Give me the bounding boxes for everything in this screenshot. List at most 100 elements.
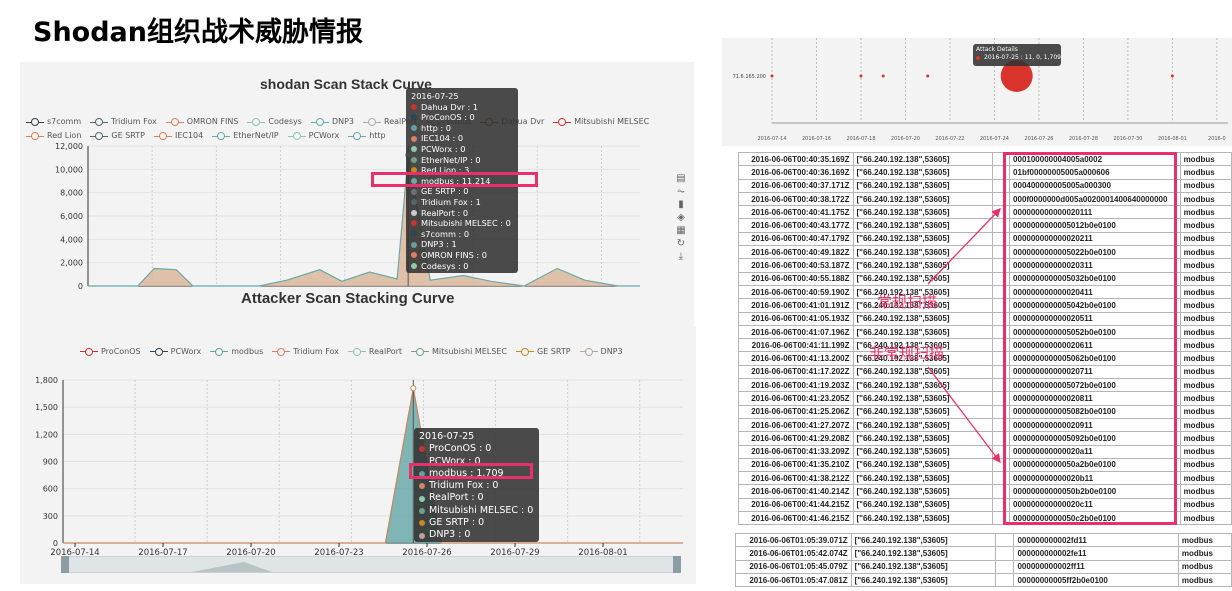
legend-swatch-icon xyxy=(272,347,291,356)
legend-item[interactable]: s7comm xyxy=(26,116,81,128)
tooltip-row: OMRON FINS : 0 xyxy=(411,250,513,261)
table-cell: 2016-06-06T00:41:27.207Z xyxy=(738,417,854,433)
table-cell: ["66.240.192.138",53605] xyxy=(852,271,993,286)
tooltip-row: RealPort : 0 xyxy=(419,492,534,504)
legend-label: Mitsubishi MELSEC xyxy=(432,347,507,356)
table-cell: ["66.240.192.138",53605] xyxy=(852,178,993,193)
y-tick-label: 900 xyxy=(43,458,58,467)
x-tick-label: 2016-08-01 xyxy=(1158,136,1187,142)
series-line-modbus xyxy=(63,388,683,544)
x-tick-label: 2016-0 xyxy=(1208,136,1226,142)
x-tick-label: 2016-07-26 xyxy=(1024,136,1053,142)
legend-swatch-icon xyxy=(90,118,109,126)
table-cell: modbus xyxy=(1179,205,1232,220)
table-cell: ["66.240.192.138",53605] xyxy=(852,165,993,180)
y-tick-label: 0 xyxy=(78,282,83,291)
tooltip-row: Dahua Dvr : 1 xyxy=(411,102,513,113)
scatter-point[interactable] xyxy=(1170,74,1174,78)
table-cell: 2016-06-06T00:40:49.182Z xyxy=(738,245,854,260)
table-cell: 2016-06-06T00:41:23.205Z xyxy=(738,391,854,406)
legend-swatch-icon xyxy=(579,347,598,356)
peak-point[interactable] xyxy=(410,385,417,392)
stack-icon[interactable]: ◈ xyxy=(674,211,688,224)
table-cell: modbus xyxy=(1179,284,1232,300)
tooltip-dot-icon xyxy=(419,520,425,527)
legend-item[interactable]: Tridium Fox xyxy=(272,347,339,356)
tooltip-row: ProConOS : 0 xyxy=(419,443,534,455)
restore-icon[interactable]: ↻ xyxy=(674,237,688,250)
legend-item[interactable]: Tridium Fox xyxy=(90,116,157,128)
legend-swatch-icon xyxy=(515,347,534,356)
legend-label: modbus xyxy=(231,347,264,356)
tooltip-label: ProConOS : 0 xyxy=(421,112,475,123)
data-zoom-left-handle[interactable] xyxy=(61,556,69,573)
tooltip-dot-icon xyxy=(411,262,417,269)
tooltip-row: Mitsubishi MELSEC : 0 xyxy=(419,505,534,517)
legend-swatch-icon xyxy=(153,132,172,140)
bar-chart-icon[interactable]: ▮ xyxy=(674,198,688,211)
legend-item[interactable]: OMRON FINS xyxy=(165,116,239,128)
series-area-modbus xyxy=(88,155,640,286)
data-zoom-right-handle[interactable] xyxy=(673,556,681,573)
scatter-point[interactable] xyxy=(859,74,863,78)
legend-label: Tridium Fox xyxy=(111,117,157,126)
table-cell: 000000000002ff11 xyxy=(1013,559,1179,574)
table-cell: 2016-06-06T00:41:07.196Z xyxy=(738,324,854,340)
tooltip-dot-icon xyxy=(411,188,417,195)
tooltip-row: Mitsubishi MELSEC : 0 xyxy=(411,218,513,229)
legend-item[interactable]: Codesys xyxy=(247,116,302,128)
data-zoom-slider[interactable] xyxy=(61,556,681,573)
tooltip-label: Tridium Fox : 1 xyxy=(421,196,481,207)
attack-details-tooltip-item: 2016-07-25 : 11, 0, 1,709 xyxy=(984,54,1061,61)
download-icon[interactable]: ⤓ xyxy=(674,250,688,263)
table-cell: ["66.240.192.138",53605] xyxy=(852,205,993,220)
table-cell: 00000000005ff2b0e0100 xyxy=(1013,572,1179,588)
tiled-icon[interactable]: ▦ xyxy=(674,224,688,237)
table-cell: ["66.240.192.138",53605] xyxy=(850,532,996,548)
table-cell: 2016-06-06T01:05:42.074Z xyxy=(735,546,852,561)
table-cell: ["66.240.192.138",53605] xyxy=(852,444,993,459)
table-cell: 2016-06-06T00:40:35.169Z xyxy=(738,151,854,167)
legend-item[interactable]: GE SRTP xyxy=(515,347,571,356)
table-cell: modbus xyxy=(1179,431,1232,446)
legend-label: OMRON FINS xyxy=(186,117,239,126)
line-chart-icon[interactable]: ⏦ xyxy=(674,185,688,198)
scatter-point[interactable] xyxy=(770,74,774,78)
legend-item[interactable]: DNP3 xyxy=(579,347,623,356)
table-cell: 2016-06-06T00:41:25.206Z xyxy=(738,404,854,419)
tooltip-row: GE SRTP : 0 xyxy=(419,517,534,529)
legend-item[interactable]: PCWorx xyxy=(149,347,201,356)
table-cell: ["66.240.192.138",53605] xyxy=(852,431,993,446)
table-cell: 2016-06-06T00:41:44.215Z xyxy=(738,497,854,513)
tooltip-row: ProConOS : 0 xyxy=(411,112,513,123)
tooltip-dot-icon xyxy=(419,532,425,539)
tooltip-label: s7comm : 0 xyxy=(421,228,470,239)
table-cell: 2016-06-06T00:41:46.215Z xyxy=(738,511,854,526)
legend-item[interactable]: RealPort xyxy=(347,347,402,356)
table-cell: 2016-06-06T00:40:41.175Z xyxy=(738,205,854,220)
scatter-point[interactable] xyxy=(926,74,930,78)
x-tick-label: 2016-07-24 xyxy=(980,136,1009,142)
legend-item[interactable]: DNP3 xyxy=(310,116,354,128)
legend-item[interactable]: Mitsubishi MELSEC xyxy=(553,116,649,128)
attack-details-tooltip: Attack Details 2016-07-25 : 11, 0, 1,709 xyxy=(973,44,1061,66)
tooltip-row: DNP3 : 1 xyxy=(411,239,513,250)
table-cell: modbus xyxy=(1179,191,1232,207)
y-tick-label: 1,500 xyxy=(35,403,58,412)
table-cell: 000000000002fe11 xyxy=(1013,546,1179,561)
attacker-chart-title: Attacker Scan Stacking Curve xyxy=(241,290,455,307)
legend-swatch-icon xyxy=(411,347,430,356)
table-cell: ["66.240.192.138",53605] xyxy=(852,245,993,260)
legend-swatch-icon xyxy=(212,132,231,140)
table-cell: modbus xyxy=(1179,178,1232,193)
tooltip-label: GE SRTP : 0 xyxy=(429,517,485,529)
legend-item[interactable]: modbus xyxy=(210,347,263,356)
legend-item[interactable]: Mitsubishi MELSEC xyxy=(411,347,507,356)
tooltip-label: EtherNet/IP : 0 xyxy=(421,154,481,165)
table-cell-spacer xyxy=(995,532,1014,548)
scatter-point[interactable] xyxy=(881,74,885,78)
tooltip-label: http : 0 xyxy=(421,122,451,133)
save-image-icon[interactable]: ▤ xyxy=(674,172,688,185)
legend-item[interactable]: ProConOS xyxy=(80,347,141,356)
table-cell: modbus xyxy=(1179,324,1232,340)
